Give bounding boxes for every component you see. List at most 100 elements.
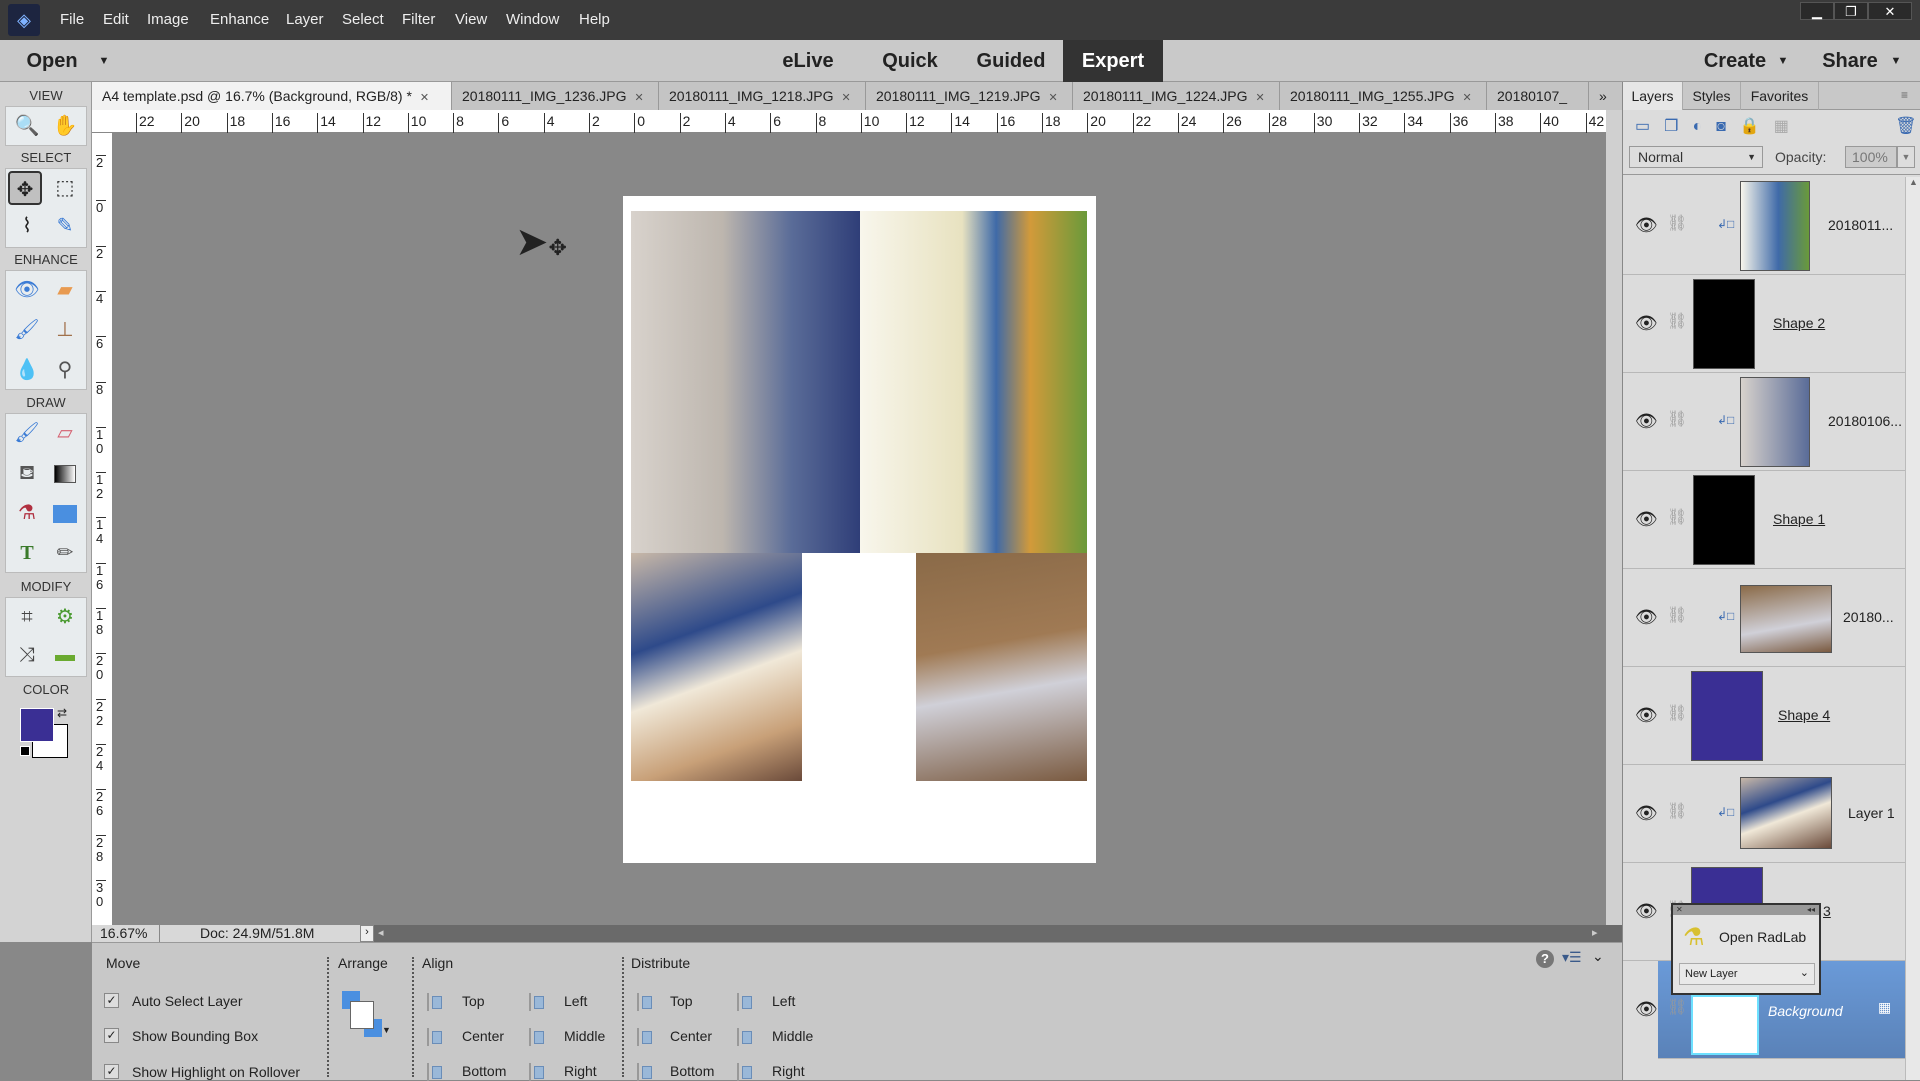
foreground-color-swatch[interactable]: [20, 708, 54, 742]
pencil-tool-icon[interactable]: ✏: [48, 536, 82, 570]
close-tab-icon[interactable]: ✕: [1256, 92, 1265, 104]
link-icon[interactable]: ⛓: [1667, 703, 1687, 723]
minimize-button[interactable]: ▁: [1800, 2, 1834, 20]
mode-quick[interactable]: Quick: [873, 40, 947, 82]
layer-row[interactable]: 👁 ⛓ ↲□ 20180...: [1623, 569, 1905, 667]
document-page[interactable]: [623, 196, 1096, 863]
visibility-eye-icon[interactable]: 👁: [1635, 313, 1658, 334]
popup-titlebar[interactable]: ✕ ◂◂: [1673, 905, 1819, 915]
visibility-eye-icon[interactable]: 👁: [1635, 607, 1658, 628]
menu-layer[interactable]: Layer: [286, 11, 324, 28]
lock-icon[interactable]: 🔒: [1740, 118, 1774, 135]
options-menu-icon[interactable]: ▾☰: [1562, 949, 1582, 966]
distribute-center-icon[interactable]: [637, 1028, 655, 1046]
clone-stamp-icon[interactable]: ⊥: [48, 313, 82, 347]
menu-view[interactable]: View: [455, 11, 487, 28]
link-icon[interactable]: ⛓: [1667, 213, 1687, 233]
menu-file[interactable]: File: [60, 11, 84, 28]
restore-button[interactable]: ❐: [1834, 2, 1868, 20]
align-left[interactable]: Left: [564, 993, 587, 1009]
layer-row[interactable]: 👁 ⛓ Shape 4: [1623, 667, 1905, 765]
lasso-tool-icon[interactable]: ⌇: [10, 209, 44, 243]
opacity-input[interactable]: 100%: [1845, 146, 1897, 168]
content-aware-move-icon[interactable]: ⤨: [10, 638, 44, 672]
move-tool-icon[interactable]: ✥: [8, 171, 42, 205]
menu-help[interactable]: Help: [579, 11, 610, 28]
layer-row[interactable]: 👁 ⛓ Shape 2: [1623, 275, 1905, 373]
arrange-dropdown-icon[interactable]: ▼: [382, 1025, 391, 1035]
new-group-icon[interactable]: ❐: [1664, 118, 1692, 135]
healing-brush-icon[interactable]: ▰: [48, 273, 82, 307]
close-tab-icon[interactable]: ✕: [1463, 92, 1472, 104]
create-dropdown-icon[interactable]: ▼: [1775, 40, 1791, 82]
align-top-icon[interactable]: [427, 993, 445, 1011]
blur-tool-icon[interactable]: 💧: [10, 353, 44, 387]
visibility-eye-icon[interactable]: 👁: [1635, 411, 1658, 432]
share-button[interactable]: Share: [1815, 40, 1885, 82]
open-button[interactable]: Open: [22, 40, 82, 82]
more-tabs-icon[interactable]: »: [1589, 82, 1622, 110]
distribute-left-icon[interactable]: [737, 993, 755, 1011]
align-center[interactable]: Center: [462, 1028, 504, 1044]
swap-colors-icon[interactable]: ⇄: [57, 706, 67, 720]
doc-tab[interactable]: A4 template.psd @ 16.7% (Background, RGB…: [92, 82, 452, 110]
distribute-right-icon[interactable]: [737, 1063, 755, 1081]
photo-family-table[interactable]: [631, 211, 860, 553]
align-left-icon[interactable]: [529, 993, 547, 1011]
help-icon[interactable]: ?: [1536, 950, 1554, 968]
link-icon[interactable]: ⛓: [1667, 409, 1687, 429]
menu-select[interactable]: Select: [342, 11, 384, 28]
doc-tab[interactable]: 20180111_IMG_1219.JPG ✕: [866, 82, 1073, 110]
layers-scrollbar[interactable]: ▲: [1905, 177, 1920, 1080]
zoom-level[interactable]: 16.67%: [92, 925, 160, 942]
layer-row[interactable]: 👁 ⛓ Shape 1: [1623, 471, 1905, 569]
highlight-rollover-checkbox[interactable]: ✓: [104, 1064, 119, 1079]
lock-transparency-icon[interactable]: ▦: [1774, 118, 1803, 135]
auto-select-checkbox[interactable]: ✓: [104, 993, 119, 1008]
doc-tab[interactable]: 20180111_IMG_1218.JPG ✕: [659, 82, 866, 110]
mode-expert[interactable]: Expert: [1063, 40, 1163, 82]
link-icon[interactable]: ⛓: [1667, 801, 1687, 821]
photo-presents-grass[interactable]: [860, 211, 1087, 553]
opacity-dropdown-icon[interactable]: ▼: [1897, 146, 1915, 168]
distribute-bottom[interactable]: Bottom: [670, 1063, 714, 1079]
type-tool-icon[interactable]: T: [10, 536, 44, 570]
vertical-scrollbar[interactable]: [1606, 110, 1622, 925]
align-top[interactable]: Top: [462, 993, 485, 1009]
distribute-middle-icon[interactable]: [737, 1028, 755, 1046]
link-icon[interactable]: ⛓: [1667, 997, 1687, 1017]
close-tab-icon[interactable]: ✕: [842, 92, 851, 104]
status-menu-icon[interactable]: ›: [360, 925, 374, 942]
layer-row[interactable]: 👁 ⛓ ↲□ 2018011...: [1623, 177, 1905, 275]
doc-tab[interactable]: 20180111_IMG_1236.JPG ✕: [452, 82, 659, 110]
visibility-eye-icon[interactable]: 👁: [1635, 901, 1658, 922]
align-right-icon[interactable]: [529, 1063, 547, 1081]
close-tab-icon[interactable]: ✕: [1049, 92, 1058, 104]
visibility-eye-icon[interactable]: 👁: [1635, 803, 1658, 824]
scroll-left-icon[interactable]: ◂: [378, 926, 384, 939]
layer-name[interactable]: 2018011...: [1828, 217, 1893, 233]
layer-name[interactable]: 20180...: [1843, 609, 1894, 625]
align-center-icon[interactable]: [427, 1028, 445, 1046]
distribute-left[interactable]: Left: [772, 993, 795, 1009]
recompose-tool-icon[interactable]: ⚙: [48, 600, 82, 634]
paint-bucket-icon[interactable]: ⛾: [10, 456, 44, 490]
create-button[interactable]: Create: [1695, 40, 1775, 82]
menu-enhance[interactable]: Enhance: [210, 11, 269, 28]
layer-name[interactable]: Background: [1768, 1003, 1843, 1019]
sponge-tool-icon[interactable]: ⚲: [48, 353, 82, 387]
open-radlab-button[interactable]: Open RadLab: [1719, 929, 1806, 945]
shape-tool-icon[interactable]: [48, 496, 82, 530]
doc-tab[interactable]: 20180107_: [1487, 82, 1589, 110]
share-dropdown-icon[interactable]: ▼: [1888, 40, 1904, 82]
eyedropper-tool-icon[interactable]: ⚗: [10, 496, 44, 530]
delete-layer-icon[interactable]: 🗑: [1895, 116, 1917, 136]
close-button[interactable]: ✕: [1868, 2, 1912, 20]
quick-selection-tool-icon[interactable]: ✎: [48, 209, 82, 243]
hand-tool-icon[interactable]: ✋: [48, 109, 82, 143]
visibility-eye-icon[interactable]: 👁: [1635, 509, 1658, 530]
gradient-tool-icon[interactable]: [48, 456, 82, 490]
link-icon[interactable]: ⛓: [1667, 605, 1687, 625]
blend-mode-select[interactable]: Normal ▼: [1629, 146, 1763, 168]
distribute-center[interactable]: Center: [670, 1028, 712, 1044]
